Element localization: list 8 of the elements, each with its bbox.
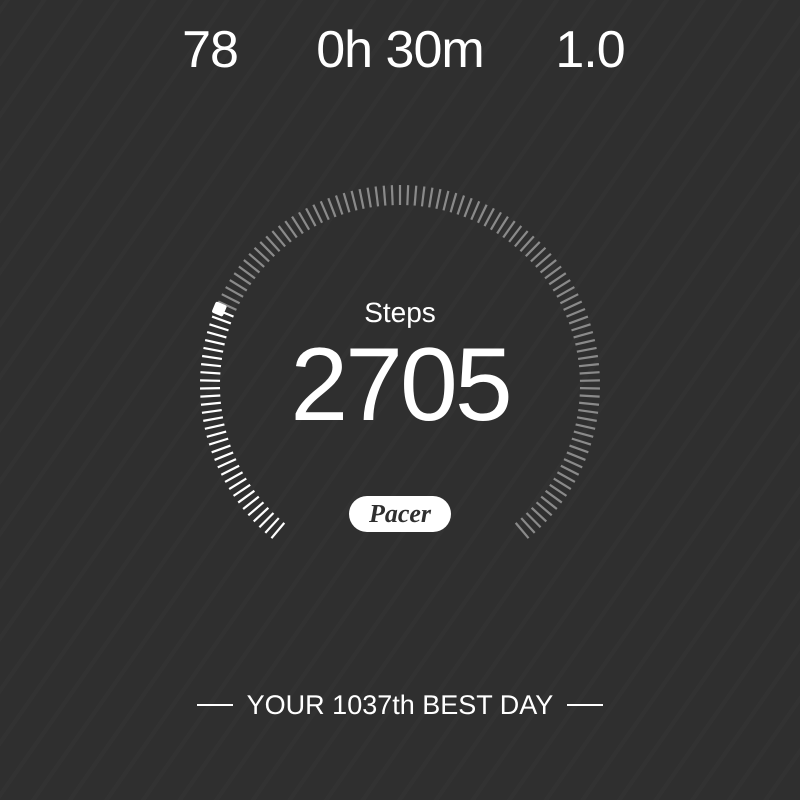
stat-value: 78 [182,22,238,78]
stat-value: 1.0 [555,22,625,78]
stat-value: 0h 30m [316,22,484,78]
gauge-thumb [211,301,228,317]
steps-value: 2705 [290,333,510,437]
pacer-logo: Pacer [348,496,452,532]
steps-label: Steps [364,297,436,329]
best-day-text: YOUR 1037th BEST DAY [246,689,554,721]
